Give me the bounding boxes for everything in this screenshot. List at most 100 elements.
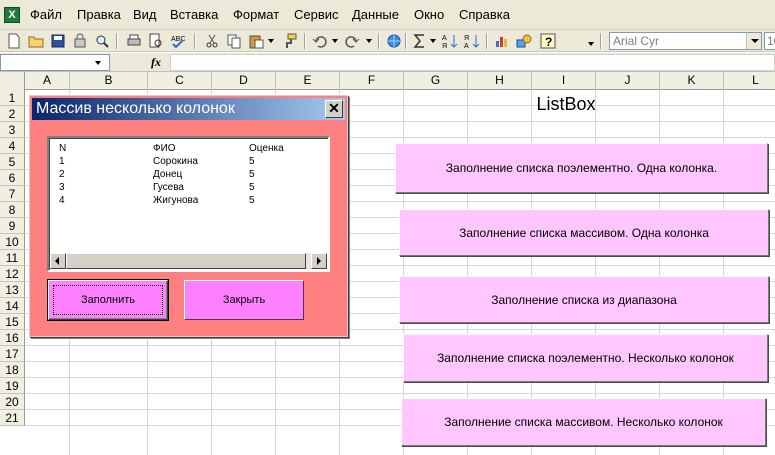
list-item[interactable]: N ФИО Оценка bbox=[59, 142, 324, 155]
row-header[interactable]: 12 bbox=[0, 266, 25, 282]
copy-icon[interactable] bbox=[226, 33, 242, 49]
column-header[interactable]: G bbox=[404, 72, 468, 90]
menu-window[interactable]: Окно bbox=[414, 7, 444, 23]
list-cell: Жигунова bbox=[153, 195, 199, 206]
cut-icon[interactable] bbox=[204, 33, 220, 49]
print-icon[interactable] bbox=[126, 33, 142, 49]
row-header[interactable]: 17 bbox=[0, 346, 25, 362]
open-folder-icon[interactable] bbox=[28, 33, 44, 49]
row-header[interactable]: 10 bbox=[0, 234, 25, 250]
horizontal-scrollbar[interactable] bbox=[50, 253, 327, 269]
font-size-select[interactable]: 10 bbox=[764, 32, 775, 50]
help-icon[interactable]: ? bbox=[540, 33, 556, 49]
row-header[interactable]: 4 bbox=[0, 138, 25, 154]
fill-button[interactable]: Заполнить bbox=[47, 279, 169, 321]
list-item[interactable]: 1 Сорокина 5 bbox=[59, 155, 324, 168]
row-header[interactable]: 19 bbox=[0, 378, 25, 394]
sort-descending-icon[interactable]: ЯA bbox=[464, 33, 480, 49]
row-header[interactable]: 6 bbox=[0, 170, 25, 186]
scroll-left-icon[interactable] bbox=[50, 253, 66, 269]
list-cell: N bbox=[59, 143, 67, 154]
list-item[interactable]: 2 Донец 5 bbox=[59, 168, 324, 181]
menu-edit[interactable]: Правка bbox=[77, 7, 121, 23]
row-header[interactable]: 9 bbox=[0, 218, 25, 234]
column-header[interactable]: D bbox=[212, 72, 276, 90]
column-header[interactable]: C bbox=[148, 72, 212, 90]
toolbar-separator bbox=[486, 33, 488, 49]
row-header[interactable]: 11 bbox=[0, 250, 25, 266]
row-header[interactable]: 18 bbox=[0, 362, 25, 378]
formula-input[interactable] bbox=[170, 54, 775, 71]
column-header[interactable]: A bbox=[25, 72, 70, 90]
macro-button-fill-items-multi-column[interactable]: Заполнение списка поэлементно. Несколько… bbox=[403, 334, 768, 382]
row-header[interactable]: 1 bbox=[0, 90, 25, 106]
menu-format[interactable]: Формат bbox=[233, 7, 279, 23]
row-header[interactable]: 3 bbox=[0, 122, 25, 138]
paste-icon[interactable] bbox=[248, 33, 264, 49]
row-header[interactable]: 7 bbox=[0, 186, 25, 202]
save-icon[interactable] bbox=[50, 33, 66, 49]
column-header[interactable]: K bbox=[660, 72, 724, 90]
chevron-down-icon[interactable] bbox=[746, 33, 761, 49]
menu-insert[interactable]: Вставка bbox=[170, 7, 218, 23]
undo-dropdown-icon[interactable] bbox=[332, 39, 338, 43]
menu-view[interactable]: Вид bbox=[133, 7, 157, 23]
chart-wizard-icon[interactable] bbox=[494, 33, 510, 49]
new-document-icon[interactable] bbox=[6, 33, 22, 49]
close-button[interactable]: Закрыть bbox=[184, 280, 304, 320]
sort-ascending-icon[interactable]: AЯ bbox=[442, 33, 458, 49]
name-box[interactable] bbox=[0, 54, 110, 71]
svg-text:Я: Я bbox=[442, 43, 447, 49]
row-header[interactable]: 14 bbox=[0, 298, 25, 314]
column-header[interactable]: L bbox=[724, 72, 775, 90]
menu-tools[interactable]: Сервис bbox=[294, 7, 339, 23]
column-header[interactable]: I bbox=[532, 72, 596, 90]
print-preview-icon[interactable] bbox=[148, 33, 164, 49]
row-header[interactable]: 21 bbox=[0, 410, 25, 426]
column-header[interactable]: F bbox=[340, 72, 404, 90]
macro-button-fill-array-multi-column[interactable]: Заполнение списка массивом. Несколько ко… bbox=[401, 398, 766, 446]
row-header[interactable]: 5 bbox=[0, 154, 25, 170]
list-item[interactable]: 3 Гусева 5 bbox=[59, 181, 324, 194]
autosum-icon[interactable] bbox=[412, 33, 428, 49]
listbox[interactable]: N ФИО Оценка 1 Сорокина 5 2 Донец 5 3 Гусева 5 4 Жигу… bbox=[47, 136, 330, 272]
row-header[interactable]: 2 bbox=[0, 106, 25, 122]
menu-data[interactable]: Данные bbox=[352, 7, 399, 23]
list-item[interactable]: 4 Жигунова 5 bbox=[59, 194, 324, 207]
row-header[interactable]: 13 bbox=[0, 282, 25, 298]
undo-icon[interactable] bbox=[312, 33, 328, 49]
close-icon[interactable]: ✕ bbox=[325, 100, 343, 118]
select-all-corner[interactable] bbox=[0, 72, 25, 90]
column-header[interactable]: J bbox=[596, 72, 660, 90]
macro-button-fill-from-range[interactable]: Заполнение списка из диапазона bbox=[399, 276, 769, 323]
row-header[interactable]: 15 bbox=[0, 314, 25, 330]
autosum-dropdown-icon[interactable] bbox=[430, 39, 436, 43]
menu-file[interactable]: Файл bbox=[30, 7, 62, 23]
scrollbar-thumb[interactable] bbox=[66, 253, 306, 269]
scroll-right-icon[interactable] bbox=[311, 253, 327, 269]
dialog-titlebar[interactable]: Массив несколько колонок ✕ bbox=[32, 98, 345, 120]
chevron-down-icon[interactable] bbox=[95, 61, 101, 65]
redo-dropdown-icon[interactable] bbox=[366, 39, 372, 43]
macro-button-fill-array-single-column[interactable]: Заполнение списка массивом. Одна колонка bbox=[399, 209, 769, 256]
search-icon[interactable] bbox=[94, 33, 110, 49]
column-header[interactable]: E bbox=[276, 72, 340, 90]
format-painter-icon[interactable] bbox=[282, 33, 298, 49]
column-header[interactable]: B bbox=[70, 72, 148, 90]
font-name-select[interactable]: Arial Cyr bbox=[609, 32, 762, 50]
toolbar-options-icon[interactable] bbox=[588, 42, 594, 46]
hyperlink-icon[interactable] bbox=[386, 33, 402, 49]
row-header[interactable]: 8 bbox=[0, 202, 25, 218]
spelling-icon[interactable]: ABC bbox=[170, 33, 186, 49]
paste-dropdown-icon[interactable] bbox=[268, 39, 274, 43]
permission-icon[interactable] bbox=[72, 33, 88, 49]
row-header[interactable]: 16 bbox=[0, 330, 25, 346]
column-header[interactable]: H bbox=[468, 72, 532, 90]
fx-icon[interactable]: fx bbox=[151, 55, 161, 70]
menu-help[interactable]: Справка bbox=[459, 7, 510, 23]
drawing-icon[interactable] bbox=[516, 33, 532, 49]
redo-icon[interactable] bbox=[344, 33, 360, 49]
macro-button-fill-items-single-column[interactable]: Заполнение списка поэлементно. Одна коло… bbox=[395, 143, 768, 193]
excel-icon[interactable]: X bbox=[4, 7, 20, 23]
row-header[interactable]: 20 bbox=[0, 394, 25, 410]
